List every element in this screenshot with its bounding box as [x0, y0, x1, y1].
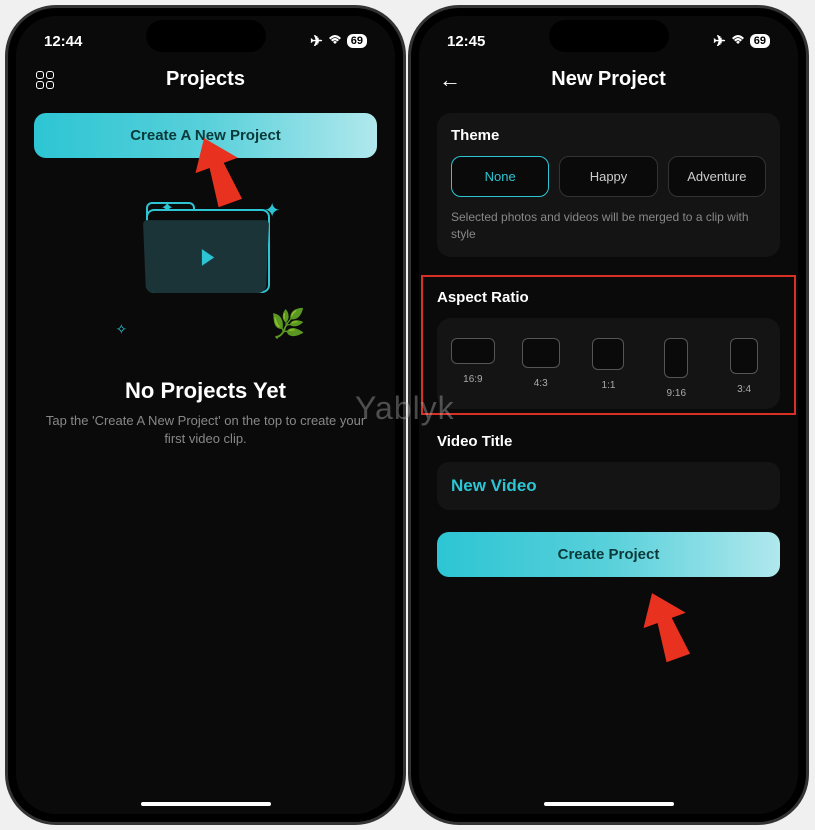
ratio-option-3-4[interactable]: 3:4 [714, 338, 774, 399]
theme-hint: Selected photos and videos will be merge… [451, 209, 766, 243]
page-title: Projects [166, 68, 245, 91]
wifi-icon [730, 33, 746, 50]
theme-option-happy[interactable]: Happy [559, 156, 657, 197]
tutorial-arrow-icon [634, 586, 694, 671]
battery-icon: 69 [347, 34, 367, 48]
ratio-option-16-9[interactable]: 16:9 [443, 338, 503, 399]
empty-illustration: ✦ ✦ ✧ 🌿 [116, 198, 296, 358]
theme-label: Theme [451, 127, 766, 144]
header: Projects [16, 56, 395, 103]
notch [146, 20, 266, 52]
header: ← New Project [419, 56, 798, 103]
ratio-option-9-16[interactable]: 9:16 [646, 338, 706, 399]
ratio-option-4-3[interactable]: 4:3 [511, 338, 571, 399]
grid-menu-icon[interactable] [36, 71, 54, 89]
battery-icon: 69 [750, 34, 770, 48]
tutorial-arrow-icon [186, 131, 246, 216]
create-project-button[interactable]: Create Project [437, 532, 780, 577]
empty-title: No Projects Yet [34, 378, 377, 404]
empty-subtitle: Tap the 'Create A New Project' on the to… [34, 412, 377, 448]
back-button[interactable]: ← [439, 67, 461, 93]
phone-left: 12:44 ✈ 69 Projects Create A New Project… [8, 8, 403, 822]
airplane-mode-icon: ✈ [713, 32, 726, 50]
home-indicator[interactable] [141, 802, 271, 806]
airplane-mode-icon: ✈ [310, 32, 323, 50]
theme-option-adventure[interactable]: Adventure [668, 156, 766, 197]
clock: 12:45 [447, 33, 485, 50]
page-title: New Project [551, 68, 665, 91]
aspect-ratio-highlight: Aspect Ratio 16:9 4:3 1:1 [421, 275, 796, 415]
video-title-input[interactable]: New Video [437, 462, 780, 510]
aspect-ratio-label: Aspect Ratio [437, 289, 780, 306]
phone-right: 12:45 ✈ 69 ← New Project Theme None Happ… [411, 8, 806, 822]
notch [549, 20, 669, 52]
wifi-icon [327, 33, 343, 50]
video-title-label: Video Title [437, 433, 780, 450]
ratio-option-1-1[interactable]: 1:1 [579, 338, 639, 399]
home-indicator[interactable] [544, 802, 674, 806]
clock: 12:44 [44, 33, 82, 50]
theme-option-none[interactable]: None [451, 156, 549, 197]
play-icon [201, 249, 213, 266]
